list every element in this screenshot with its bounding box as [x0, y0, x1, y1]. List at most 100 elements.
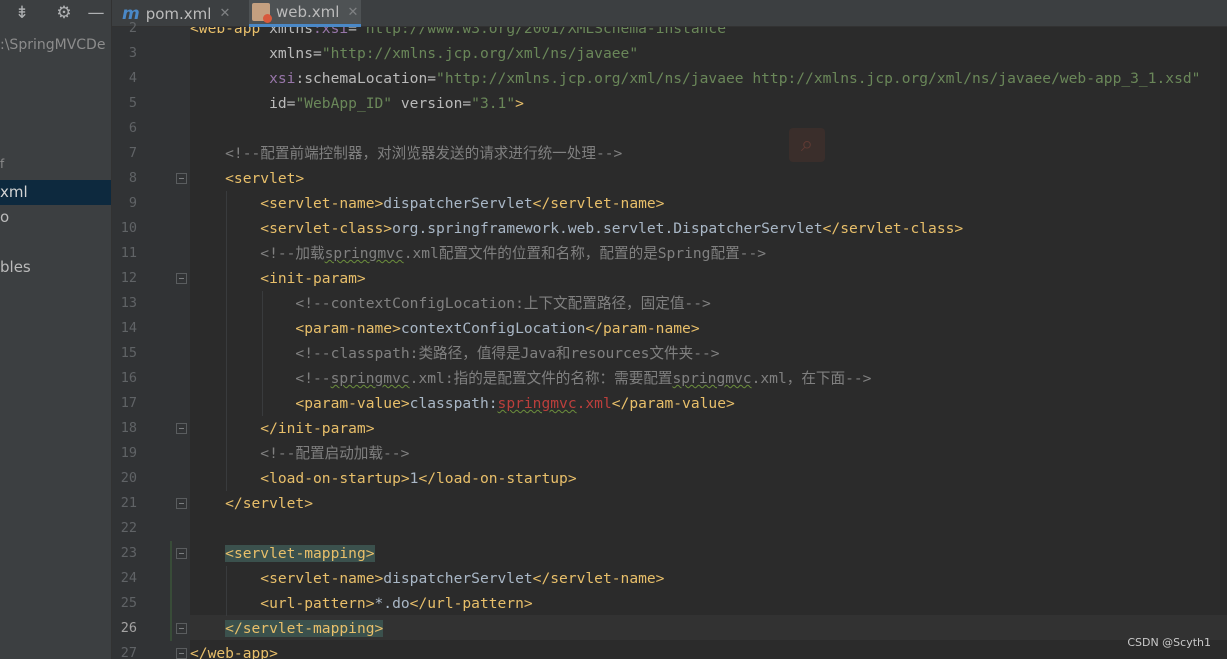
line-number: 26 — [120, 620, 137, 636]
line-number: 16 — [120, 370, 137, 386]
code-token: "WebApp_ID" — [295, 95, 393, 112]
code-token: .xml:指的是配置文件的名称：需要配置 — [409, 370, 673, 387]
code-token: xmlns — [269, 27, 314, 37]
project-tree-item[interactable]: xml — [0, 180, 111, 205]
code-token: </servlet-mapping> — [225, 620, 384, 637]
code-token: </servlet> — [190, 495, 314, 512]
code-token: <servlet> — [190, 170, 305, 187]
project-tree-item[interactable]: bles — [0, 255, 111, 280]
code-token: <!--加载 — [190, 245, 325, 262]
code-token: contextConfigLocation — [400, 320, 586, 337]
code-token: .xml，在下面--> — [751, 370, 872, 387]
line-number: 2 — [128, 20, 137, 36]
code-token: dispatcherServlet — [383, 195, 533, 212]
fold-marker-icon[interactable] — [176, 423, 187, 434]
code-token: <!--配置前端控制器，对浏览器发送的请求进行统一处理--> — [190, 145, 623, 162]
code-token: <!--配置启动加载--> — [190, 445, 410, 462]
tab-label: web.xml — [276, 3, 340, 21]
code-line[interactable]: <url-pattern>*.do</url-pattern> — [190, 591, 532, 616]
code-line[interactable]: xsi:schemaLocation="http://xmlns.jcp.org… — [190, 66, 1200, 91]
code-token: springmvc — [324, 245, 404, 262]
code-token: <!-- — [190, 370, 331, 387]
code-token: <servlet-class> — [190, 220, 393, 237]
code-token: "http://xmlns.jcp.org/xml/ns/javaee http… — [436, 70, 1201, 87]
fold-marker-icon[interactable] — [176, 273, 187, 284]
code-token: springmvc — [497, 395, 577, 412]
code-token: xsi — [190, 70, 296, 87]
project-toolbar: ⇟ ⚙ — — [0, 0, 111, 27]
code-line[interactable]: </servlet-mapping> — [190, 616, 384, 641]
code-token: :xsi — [313, 27, 349, 37]
search-icon: ⌕ — [789, 128, 825, 162]
code-token: </web-app> — [190, 645, 278, 659]
code-line[interactable]: <!--加载springmvc.xml配置文件的位置和名称，配置的是Spring… — [190, 241, 766, 266]
code-token: dispatcherServlet — [383, 570, 533, 587]
code-token: > — [515, 95, 524, 112]
line-number: 14 — [120, 320, 137, 336]
code-token: xmlns — [190, 45, 314, 62]
tab-pom-xml[interactable]: m pom.xml ✕ — [120, 0, 245, 27]
close-icon[interactable]: ✕ — [219, 6, 230, 21]
code-line[interactable]: <!--配置前端控制器，对浏览器发送的请求进行统一处理--> — [190, 141, 622, 166]
line-number: 11 — [120, 245, 137, 261]
code-line[interactable]: <param-value>classpath:springmvc.xml</pa… — [190, 391, 734, 416]
line-number: 27 — [120, 645, 137, 659]
fold-marker-icon[interactable] — [176, 173, 187, 184]
close-icon[interactable]: ✕ — [347, 5, 358, 20]
project-tree-item[interactable]: o — [0, 205, 111, 230]
code-line[interactable]: <init-param> — [190, 266, 366, 291]
code-line[interactable]: <!--classpath:类路径，值得是Java和resources文件夹--… — [190, 341, 719, 366]
fold-marker-icon[interactable] — [176, 623, 187, 634]
code-token: <servlet-name> — [190, 570, 384, 587]
line-number: 24 — [120, 570, 137, 586]
line-number: 9 — [128, 195, 137, 211]
code-line[interactable]: <load-on-startup>1</load-on-startup> — [190, 466, 576, 491]
code-line[interactable]: <servlet-name>dispatcherServlet</servlet… — [190, 191, 664, 216]
line-number: 6 — [128, 120, 137, 136]
line-number: 18 — [120, 420, 137, 436]
code-line[interactable]: <!--springmvc.xml:指的是配置文件的名称：需要配置springm… — [190, 366, 871, 391]
code-line[interactable]: <!--contextConfigLocation:上下文配置路径，固定值--> — [190, 291, 711, 316]
code-line[interactable]: <servlet-name>dispatcherServlet</servlet… — [190, 566, 664, 591]
code-line[interactable]: id="WebApp_ID" version="3.1"> — [190, 91, 524, 116]
hide-icon[interactable]: — — [85, 2, 107, 24]
line-number: 10 — [120, 220, 137, 236]
code-token: <init-param> — [190, 270, 366, 287]
line-number: 17 — [120, 395, 137, 411]
tab-web-xml[interactable]: web.xml ✕ — [249, 0, 361, 27]
code-token: <load-on-startup> — [190, 470, 410, 487]
code-token: <url-pattern> — [190, 595, 375, 612]
code-token: </servlet-name> — [532, 195, 665, 212]
code-line[interactable]: </web-app> — [190, 641, 278, 659]
code-token: <param-name> — [190, 320, 401, 337]
fold-marker-icon[interactable] — [176, 548, 187, 559]
code-editor[interactable]: ⌕ <web-app xmlns:xsi="http://www.w3.org/… — [190, 27, 1227, 659]
fold-marker-icon[interactable] — [176, 498, 187, 509]
code-line[interactable]: <web-app xmlns:xsi="http://www.w3.org/20… — [190, 27, 735, 41]
fold-marker-icon[interactable] — [176, 648, 187, 659]
watermark: CSDN @Scyth1 — [1127, 636, 1211, 649]
code-token: id= — [190, 95, 296, 112]
code-token: version= — [392, 95, 472, 112]
code-token: springmvc — [330, 370, 410, 387]
code-token: <!--contextConfigLocation:上下文配置路径，固定值--> — [190, 295, 711, 312]
line-number: 5 — [128, 95, 137, 111]
code-line[interactable]: <param-name>contextConfigLocation</param… — [190, 316, 700, 341]
gear-icon[interactable]: ⚙ — [53, 2, 75, 24]
code-line[interactable]: <servlet-class>org.springframework.web.s… — [190, 216, 963, 241]
xml-file-icon — [252, 3, 272, 23]
change-marker — [170, 541, 172, 641]
code-line[interactable]: <servlet> — [190, 166, 304, 191]
code-line[interactable]: <servlet-mapping> — [190, 541, 375, 566]
code-token: </init-param> — [190, 420, 375, 437]
project-tree-item[interactable]: :\SpringMVCDe — [0, 33, 111, 58]
collapse-all-icon[interactable]: ⇟ — [11, 2, 33, 24]
editor-gutter: 2 3 4 5 6 7 8 9 10 11 12 13 14 15 16 17 18 19 20 21 22 23 24 25… — [112, 20, 212, 659]
code-line[interactable]: </init-param> — [190, 416, 375, 441]
code-token: </param-name> — [585, 320, 700, 337]
code-line[interactable]: </servlet> — [190, 491, 313, 516]
code-line[interactable]: xmlns="http://xmlns.jcp.org/xml/ns/javae… — [190, 41, 638, 66]
code-line[interactable]: <!--配置启动加载--> — [190, 441, 409, 466]
line-number: 7 — [128, 145, 137, 161]
